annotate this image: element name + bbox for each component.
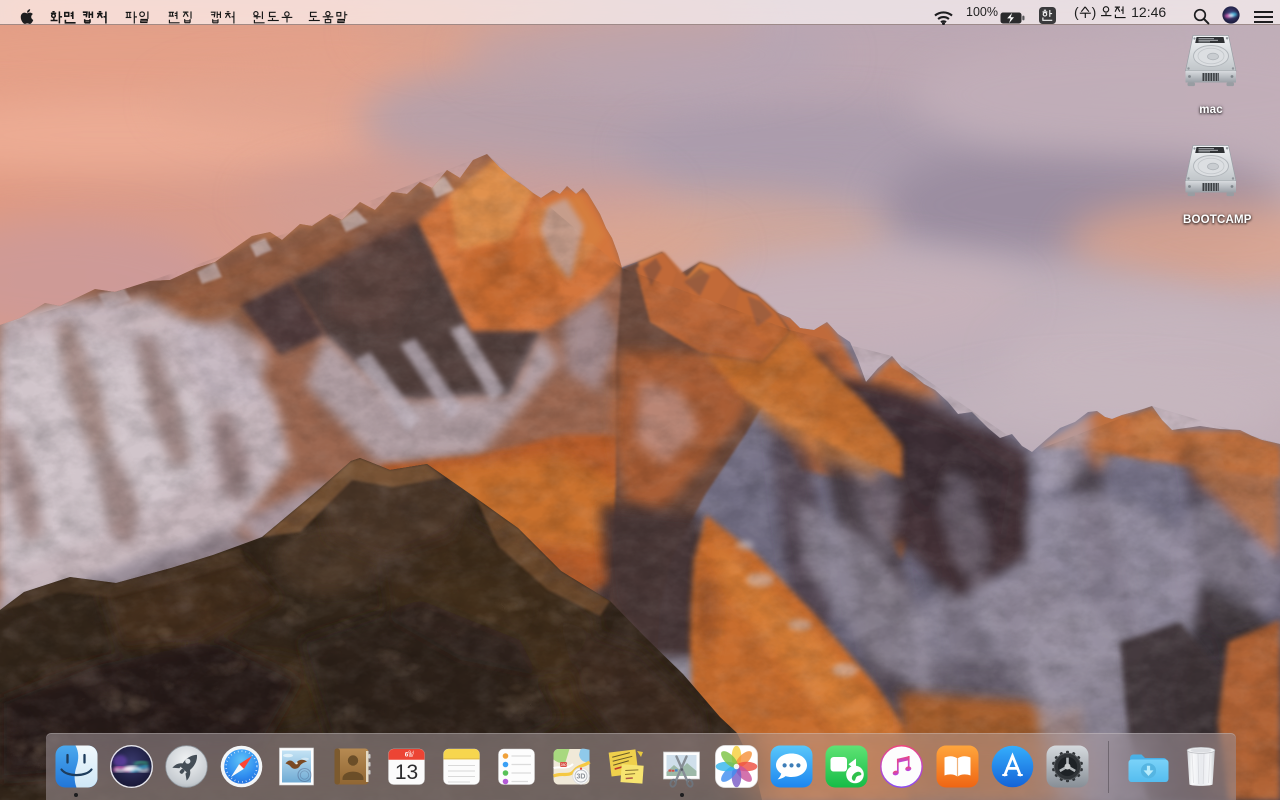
svg-text:3D: 3D <box>577 774 586 781</box>
svg-text:13: 13 <box>395 761 418 784</box>
svg-text:280: 280 <box>561 763 567 767</box>
svg-text:6: 6 <box>405 752 409 759</box>
